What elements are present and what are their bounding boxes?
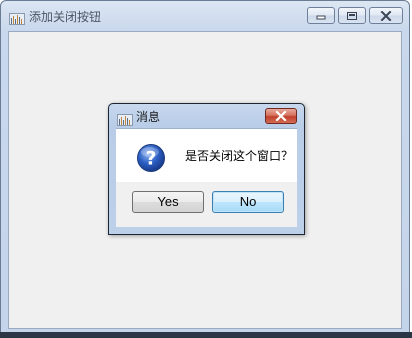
close-icon [275, 111, 287, 121]
minimize-icon [316, 15, 326, 19]
taskbar-edge [0, 332, 412, 338]
maximize-button[interactable] [338, 7, 366, 24]
close-icon [380, 10, 392, 21]
window-title: 添加关闭按钮 [29, 10, 102, 24]
caption-buttons [307, 7, 403, 24]
app-icon [9, 10, 25, 25]
dialog-message: 是否关闭这个窗口？ [185, 149, 294, 163]
dialog-footer: Yes No [116, 182, 297, 227]
dialog-close-button[interactable] [265, 108, 297, 124]
svg-text:?: ? [145, 148, 156, 170]
dialog-titlebar[interactable]: 消息 [109, 104, 304, 128]
dialog-app-icon [117, 111, 133, 126]
yes-button[interactable]: Yes [132, 191, 204, 213]
question-icon: ? [136, 143, 166, 173]
dialog-title: 消息 [136, 110, 161, 124]
message-dialog: 消息 ? 是否关闭这个窗口？ Yes No [108, 103, 305, 235]
no-button[interactable]: No [212, 191, 284, 213]
minimize-button[interactable] [307, 7, 335, 24]
main-titlebar[interactable]: 添加关闭按钮 [1, 1, 409, 31]
close-button[interactable] [369, 7, 403, 24]
maximize-icon [347, 11, 357, 20]
